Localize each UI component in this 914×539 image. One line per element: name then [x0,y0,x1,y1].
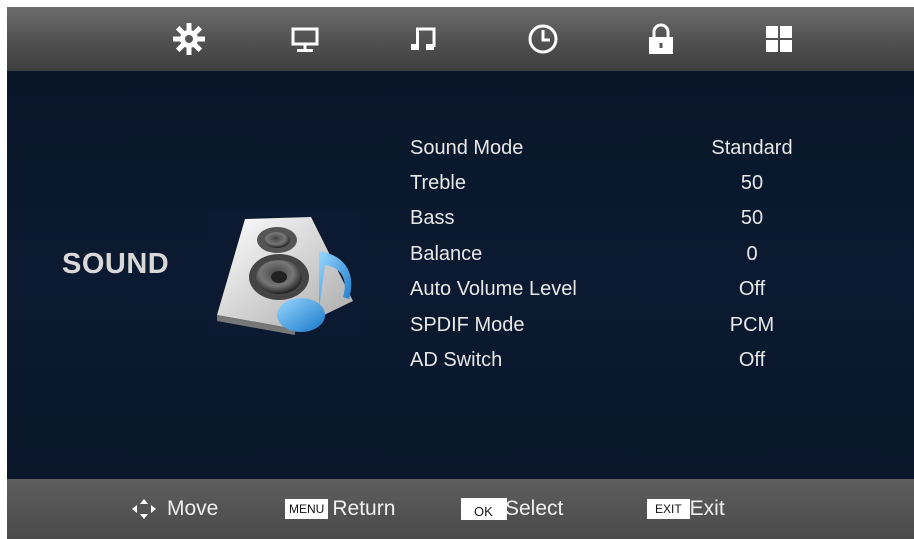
setting-value: 50 [740,207,764,229]
hint-return-label: Return [332,497,396,520]
grid-icon [766,26,792,52]
setting-value: PCM [729,314,775,336]
setting-value: Off [738,349,766,371]
setting-label: Bass [410,207,455,229]
hint-exit-label: Exit [689,497,725,520]
setting-label: Sound Mode [410,137,524,159]
hint-move: Move [131,497,218,521]
tab-time[interactable] [519,15,567,63]
setting-value: 0 [746,243,758,265]
tab-setup[interactable] [755,15,803,63]
setting-value: Standard [711,137,793,159]
tab-sound[interactable] [400,15,448,63]
tv-osd-screen: SOUND Sound Mode Standard Treble 50 Bass… [7,7,914,539]
setting-row-spdif-mode[interactable]: SPDIF Mode PCM [410,310,890,345]
footer-hint-bar: Move MENU Return OK Select EXIT Exit [7,479,914,539]
setting-value: 50 [740,172,764,194]
hint-exit: EXIT Exit [647,497,725,521]
hint-return: MENU Return [285,497,395,521]
setting-row-ad-switch[interactable]: AD Switch Off [410,345,890,380]
setting-row-bass[interactable]: Bass 50 [410,203,890,238]
lock-icon [649,23,673,54]
sound-menu-panel: SOUND Sound Mode Standard Treble 50 Bass… [7,71,914,479]
tab-picture[interactable] [165,15,213,63]
monitor-icon [291,27,319,52]
setting-row-treble[interactable]: Treble 50 [410,168,890,203]
tab-display[interactable] [281,15,329,63]
tab-lock[interactable] [637,15,685,63]
picture-sunburst-icon [173,23,205,55]
move-arrows-icon [132,499,156,519]
setting-value: Off [738,278,766,300]
hint-select-label: Select [505,497,564,520]
setting-row-sound-mode[interactable]: Sound Mode Standard [410,133,890,168]
setting-label: Auto Volume Level [410,278,577,300]
setting-row-balance[interactable]: Balance 0 [410,239,890,274]
page-title: SOUND [62,248,170,280]
setting-row-auto-volume-level[interactable]: Auto Volume Level Off [410,274,890,309]
setting-label: Treble [410,172,466,194]
speaker-music-icon [207,211,359,337]
clock-icon [528,24,558,54]
hint-select: OK Select [461,497,563,521]
music-note-icon [411,27,436,50]
top-menu-bar [7,7,914,71]
hint-move-label: Move [167,497,219,520]
exit-key-badge: EXIT [647,499,690,519]
setting-label: SPDIF Mode [410,314,525,336]
menu-key-badge: MENU [285,499,329,519]
setting-label: AD Switch [410,349,503,371]
setting-label: Balance [410,243,483,265]
ok-key-badge: OK [461,498,507,520]
